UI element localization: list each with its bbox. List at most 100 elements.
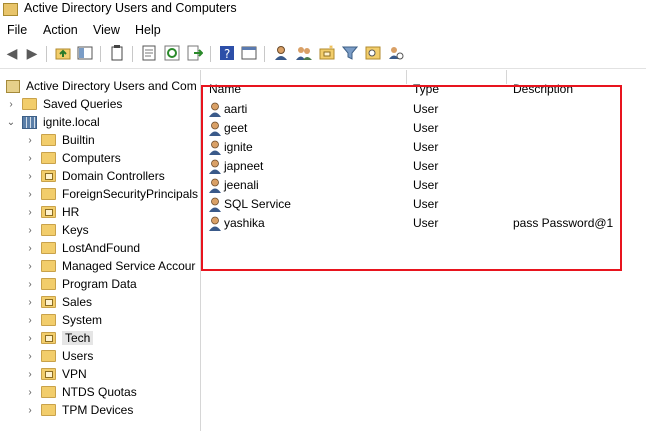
folder-icon xyxy=(41,314,56,326)
tree-item-foreignsecurityprincipals[interactable]: › ForeignSecurityPrincipals xyxy=(25,185,198,203)
tree-label: HR xyxy=(62,205,80,219)
tree-item-domain-controllers[interactable]: › Domain Controllers xyxy=(25,167,165,185)
chevron-down-icon[interactable]: ⌄ xyxy=(6,117,16,128)
chevron-right-icon[interactable]: › xyxy=(25,333,35,344)
ad-root-icon xyxy=(6,79,20,93)
new-ou-icon[interactable]: * xyxy=(318,44,336,62)
show-hide-console-tree-icon[interactable] xyxy=(76,44,94,62)
chevron-right-icon[interactable]: › xyxy=(25,369,35,380)
tree-label: LostAndFound xyxy=(62,241,141,255)
new-user-icon[interactable] xyxy=(272,44,290,62)
forward-arrow-icon[interactable]: ▶ xyxy=(23,44,41,62)
tree-item-computers[interactable]: › Computers xyxy=(25,149,121,167)
folder-icon xyxy=(41,404,56,416)
filter-icon[interactable] xyxy=(341,44,359,62)
tree-label: TPM Devices xyxy=(62,403,134,417)
tree-label: Managed Service Accour xyxy=(62,259,196,273)
chevron-right-icon[interactable]: › xyxy=(6,99,16,110)
delete-icon[interactable] xyxy=(108,44,126,62)
chevron-right-icon[interactable]: › xyxy=(25,225,35,236)
tree-item-system[interactable]: › System xyxy=(25,311,102,329)
tree-label: Computers xyxy=(62,151,121,165)
tree-label: Builtin xyxy=(62,133,95,147)
menu-help[interactable]: Help xyxy=(135,23,161,37)
ou-icon xyxy=(41,332,56,344)
tree-item-tpm-devices[interactable]: › TPM Devices xyxy=(25,401,133,419)
up-folder-icon[interactable] xyxy=(54,44,72,62)
properties-icon[interactable] xyxy=(140,44,158,62)
ou-icon xyxy=(41,170,56,182)
help-icon[interactable]: ? xyxy=(218,44,236,62)
svg-text:?: ? xyxy=(224,47,230,61)
tree-label: System xyxy=(62,313,103,327)
toolbar: ◀ ▶ ? * xyxy=(0,40,646,69)
ou-icon xyxy=(41,368,56,380)
tree-item-lostandfound[interactable]: › LostAndFound xyxy=(25,239,140,257)
chevron-right-icon[interactable]: › xyxy=(25,279,35,290)
export-list-icon[interactable] xyxy=(186,44,204,62)
add-to-group-icon[interactable] xyxy=(387,44,405,62)
tree-item-builtin[interactable]: › Builtin xyxy=(25,131,95,149)
tree-item-managed-service-accour[interactable]: › Managed Service Accour xyxy=(25,257,195,275)
tree-label: Keys xyxy=(62,223,89,237)
find-icon[interactable] xyxy=(364,44,382,62)
tree-item-keys[interactable]: › Keys xyxy=(25,221,89,239)
mmc-icon[interactable] xyxy=(240,44,258,62)
tree-item-program-data[interactable]: › Program Data xyxy=(25,275,137,293)
tree-item-ntds-quotas[interactable]: › NTDS Quotas xyxy=(25,383,137,401)
tree-item-sales[interactable]: › Sales xyxy=(25,293,92,311)
back-arrow-icon[interactable]: ◀ xyxy=(3,44,21,62)
chevron-right-icon[interactable]: › xyxy=(25,243,35,254)
folder-icon xyxy=(41,188,56,200)
tree-item-tech[interactable]: › Tech xyxy=(25,329,94,347)
domain-icon xyxy=(22,115,37,129)
tree-label: NTDS Quotas xyxy=(62,385,137,399)
chevron-right-icon[interactable]: › xyxy=(25,387,35,398)
tree-label: Program Data xyxy=(62,277,137,291)
new-group-icon[interactable] xyxy=(295,44,313,62)
chevron-right-icon[interactable]: › xyxy=(25,171,35,182)
menu-action[interactable]: Action xyxy=(43,23,78,37)
folder-icon xyxy=(41,242,56,254)
folder-icon xyxy=(41,152,56,164)
tree-item-users[interactable]: › Users xyxy=(25,347,93,365)
tree-label: Users xyxy=(62,349,94,363)
tree-item-hr[interactable]: › HR xyxy=(25,203,79,221)
chevron-right-icon[interactable]: › xyxy=(25,351,35,362)
menu-view[interactable]: View xyxy=(93,23,120,37)
folder-icon xyxy=(41,134,56,146)
chevron-right-icon[interactable]: › xyxy=(25,405,35,416)
highlight-annotation-box xyxy=(201,85,622,271)
tree-label: VPN xyxy=(62,367,87,381)
folder-icon xyxy=(41,260,56,272)
window-title: Active Directory Users and Computers xyxy=(24,1,237,15)
title-bar: Active Directory Users and Computers xyxy=(0,0,646,20)
folder-icon xyxy=(41,224,56,236)
console-tree: Active Directory Users and Com › Saved Q… xyxy=(0,70,201,431)
tree-label: Tech xyxy=(62,331,94,345)
chevron-right-icon[interactable]: › xyxy=(25,189,35,200)
tree-label: ForeignSecurityPrincipals xyxy=(62,187,199,201)
tree-item-saved-queries[interactable]: › Saved Queries xyxy=(6,95,122,113)
tree-label: Sales xyxy=(62,295,93,309)
chevron-right-icon[interactable]: › xyxy=(25,207,35,218)
tree-label: Domain Controllers xyxy=(62,169,165,183)
folder-icon xyxy=(41,350,56,362)
chevron-right-icon[interactable]: › xyxy=(25,315,35,326)
app-icon xyxy=(3,3,18,16)
chevron-right-icon[interactable]: › xyxy=(25,261,35,272)
tree-item-domain[interactable]: ⌄ ignite.local xyxy=(6,113,100,131)
folder-icon xyxy=(22,98,37,110)
svg-text:*: * xyxy=(329,45,333,53)
tree-root[interactable]: Active Directory Users and Com xyxy=(6,77,197,95)
menu-file[interactable]: File xyxy=(7,23,27,37)
ou-icon xyxy=(41,296,56,308)
chevron-right-icon[interactable]: › xyxy=(25,297,35,308)
chevron-right-icon[interactable]: › xyxy=(25,153,35,164)
chevron-right-icon[interactable]: › xyxy=(25,135,35,146)
folder-icon xyxy=(41,386,56,398)
tree-item-vpn[interactable]: › VPN xyxy=(25,365,87,383)
refresh-icon[interactable] xyxy=(163,44,181,62)
ou-icon xyxy=(41,206,56,218)
folder-icon xyxy=(41,278,56,290)
